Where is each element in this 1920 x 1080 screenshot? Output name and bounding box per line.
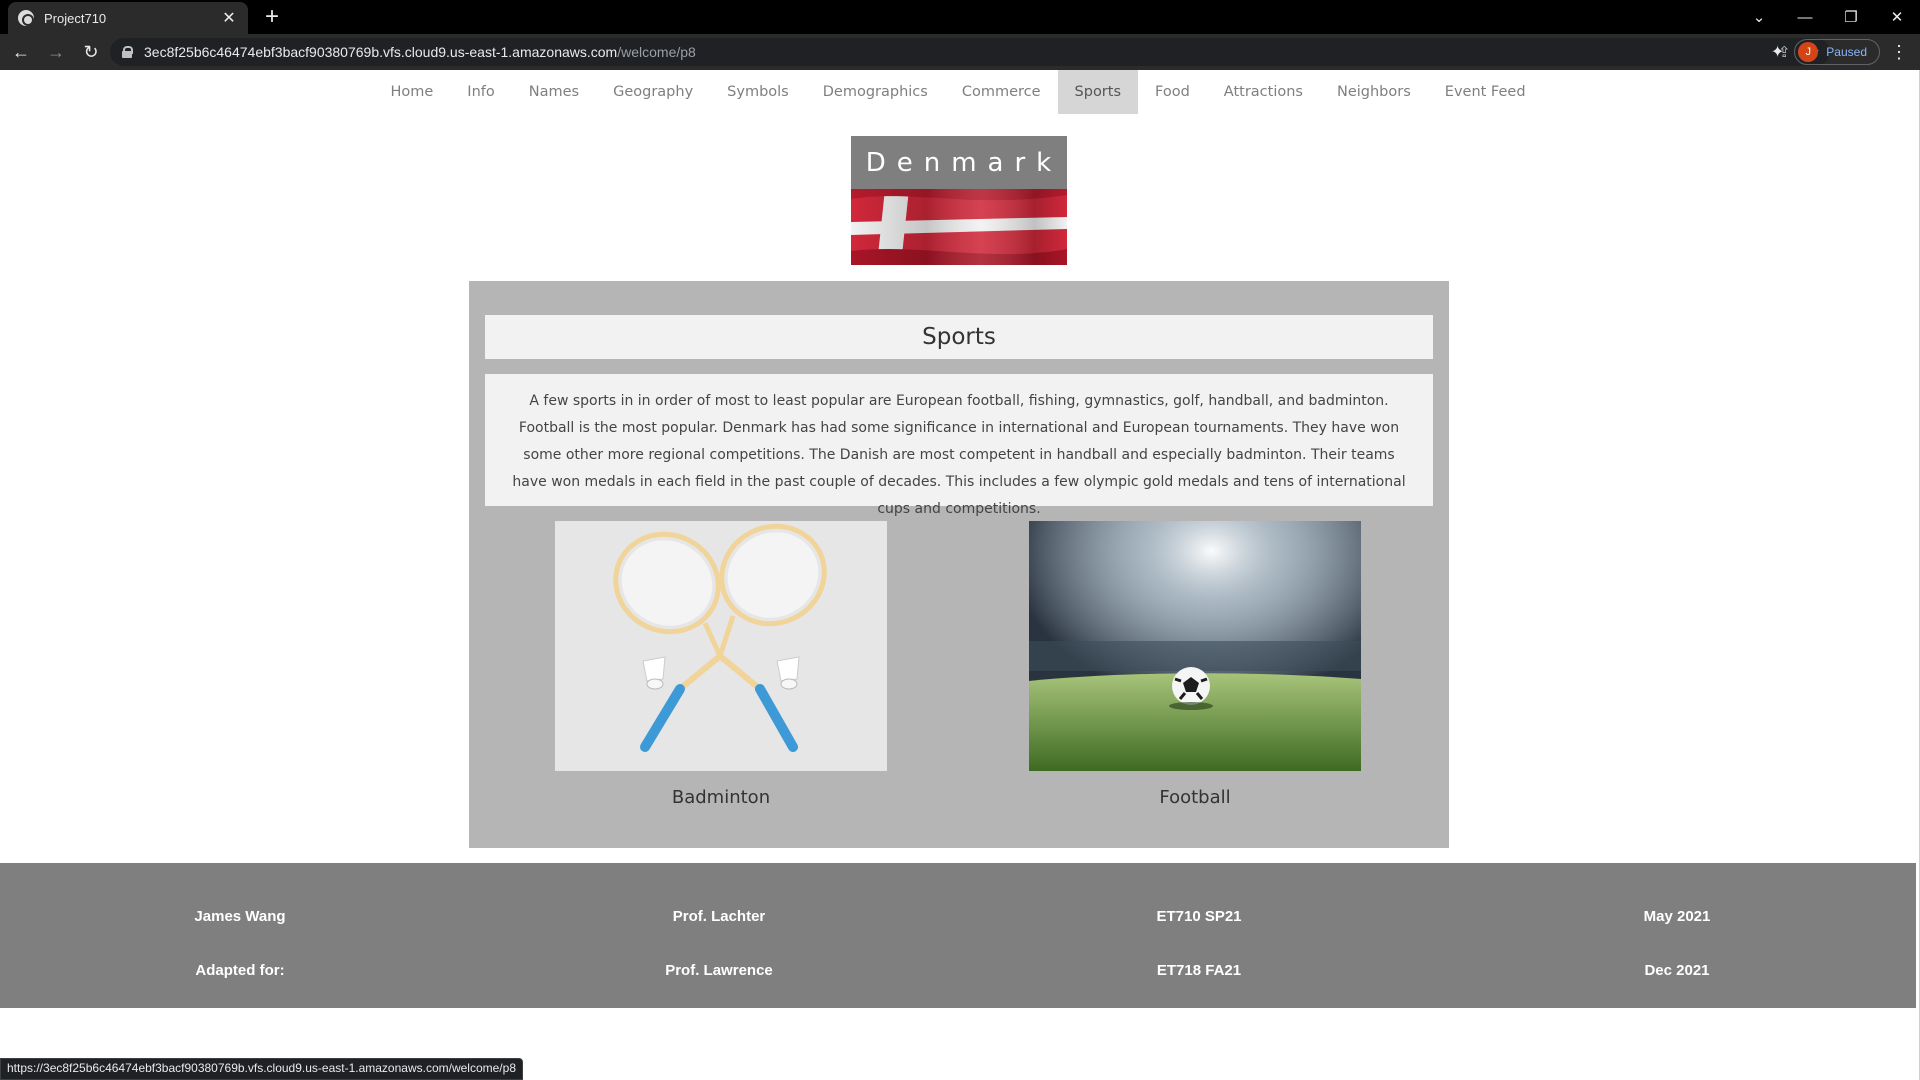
footer-adapted-professor: Prof. Lawrence — [665, 962, 773, 979]
nav-attractions[interactable]: Attractions — [1207, 70, 1320, 114]
sports-panel: Sports A few sports in in order of most … — [469, 281, 1449, 848]
nav-geography[interactable]: Geography — [596, 70, 710, 114]
restore-button[interactable]: ❐ — [1828, 0, 1874, 34]
football-figure: Football — [1029, 521, 1361, 808]
nav-home[interactable]: Home — [373, 70, 450, 114]
page-viewport: Home Info Names Geography Symbols Demogr… — [0, 70, 1920, 1080]
nav-names[interactable]: Names — [512, 70, 596, 114]
menu-icon[interactable]: ⋮ — [1890, 42, 1908, 63]
badminton-caption: Badminton — [671, 787, 771, 808]
football-image — [1029, 521, 1361, 771]
nav-neighbors[interactable]: Neighbors — [1320, 70, 1428, 114]
denmark-flag-image — [851, 189, 1067, 265]
lock-icon[interactable] — [122, 46, 133, 58]
footer-course: ET710 SP21 — [1156, 908, 1242, 925]
browser-toolbar: ← → ↻ 3ec8f25b6c46474ebf3bacf90380769b.v… — [0, 34, 1920, 70]
back-button[interactable]: ← — [7, 38, 35, 66]
forward-button[interactable]: → — [42, 38, 70, 66]
nav-food[interactable]: Food — [1138, 70, 1207, 114]
tab-search-icon[interactable]: ⌄ — [1736, 0, 1782, 34]
badminton-figure: Badminton — [555, 521, 887, 808]
football-caption: Football — [1159, 787, 1231, 808]
profile-status: Paused — [1826, 45, 1867, 59]
nav-sports[interactable]: Sports — [1057, 70, 1139, 114]
footer-professor: Prof. Lachter — [672, 908, 766, 925]
tab-title: Project710 — [44, 10, 107, 26]
window-controls: ⌄ — ❐ ✕ — [1736, 0, 1920, 34]
url-host: 3ec8f25b6c46474ebf3bacf90380769b.vfs.clo… — [144, 44, 618, 60]
page-footer: James Wang Prof. Lachter ET710 SP21 May … — [0, 863, 1916, 1008]
footer-adapted-course: ET718 FA21 — [1156, 962, 1242, 979]
minimize-button[interactable]: — — [1782, 0, 1828, 34]
reload-button[interactable]: ↻ — [77, 38, 105, 66]
nav-commerce[interactable]: Commerce — [945, 70, 1058, 114]
profile-button[interactable]: J Paused — [1794, 39, 1880, 65]
toolbar-right: ✦ J Paused ⋮ — [1771, 34, 1920, 70]
browser-tab-strip: Project710 ✕ + ⌄ — ❐ ✕ — [0, 0, 1920, 34]
footer-adapted-label: Adapted for: — [195, 962, 285, 979]
nav-event-feed[interactable]: Event Feed — [1428, 70, 1543, 114]
nav-demographics[interactable]: Demographics — [806, 70, 945, 114]
globe-icon — [18, 10, 34, 26]
nav-symbols[interactable]: Symbols — [710, 70, 806, 114]
footer-adapted-date: Dec 2021 — [1644, 962, 1710, 979]
link-status-bar: https://3ec8f25b6c46474ebf3bacf90380769b… — [0, 1058, 523, 1080]
country-title: Denmark — [865, 147, 1063, 178]
url-path: /welcome/p8 — [617, 44, 696, 60]
country-title-block: Denmark — [851, 136, 1067, 265]
site-nav: Home Info Names Geography Symbols Demogr… — [0, 70, 1916, 114]
footer-author: James Wang — [194, 908, 286, 925]
footer-date: May 2021 — [1643, 908, 1711, 925]
address-bar[interactable]: 3ec8f25b6c46474ebf3bacf90380769b.vfs.clo… — [110, 38, 1830, 66]
nav-info[interactable]: Info — [450, 70, 511, 114]
badminton-image — [555, 521, 887, 771]
new-tab-button[interactable]: + — [258, 4, 286, 30]
avatar: J — [1798, 42, 1819, 62]
section-heading: Sports — [485, 315, 1433, 359]
browser-tab[interactable]: Project710 ✕ — [8, 2, 248, 34]
sports-description: A few sports in in order of most to leas… — [485, 374, 1433, 517]
close-window-button[interactable]: ✕ — [1874, 0, 1920, 34]
extensions-icon[interactable]: ✦ — [1771, 42, 1784, 62]
close-tab-icon[interactable]: ✕ — [220, 8, 238, 28]
